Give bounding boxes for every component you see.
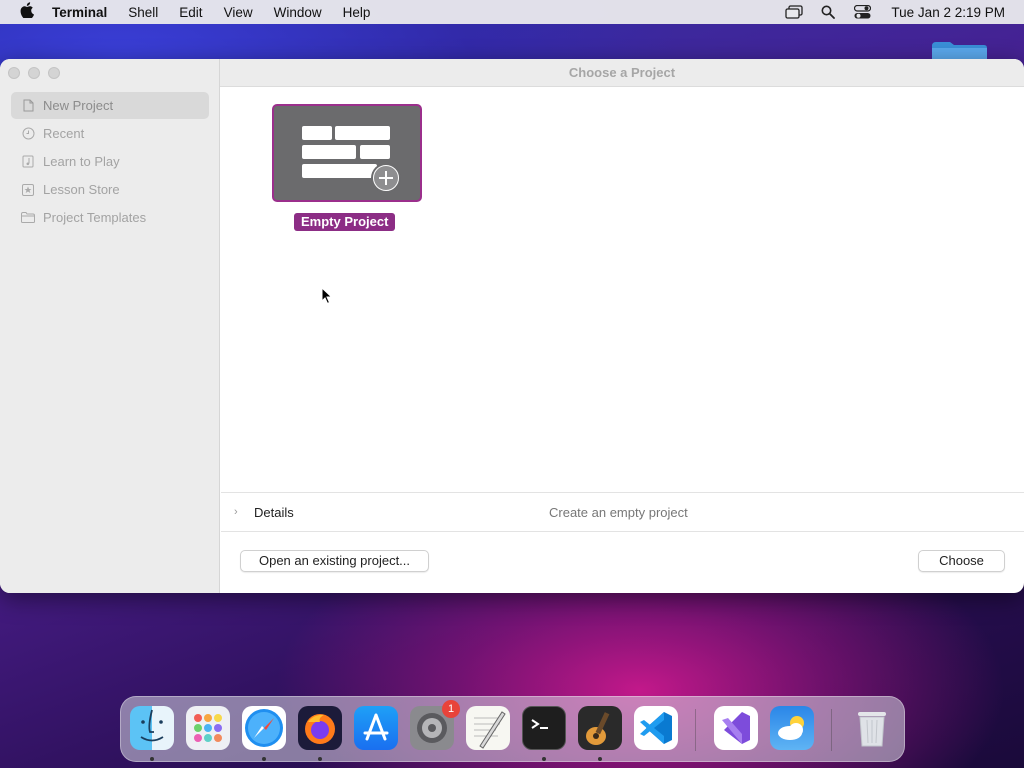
- menu-app-name[interactable]: Terminal: [52, 5, 107, 20]
- running-indicator: [262, 757, 266, 761]
- finder-icon[interactable]: [130, 706, 174, 750]
- sidebar-item-lesson-store[interactable]: Lesson Store: [11, 176, 209, 203]
- dock-separator: [831, 709, 832, 751]
- details-description: Create an empty project: [549, 504, 688, 520]
- project-grid: Empty Project: [221, 88, 1024, 492]
- weather-icon[interactable]: [770, 706, 814, 750]
- music-book-icon: [21, 155, 35, 169]
- menu-view[interactable]: View: [224, 5, 253, 20]
- notification-badge: 1: [442, 700, 460, 718]
- menu-window[interactable]: Window: [274, 5, 322, 20]
- trash-icon[interactable]: [850, 706, 894, 750]
- spotlight-search-icon[interactable]: [819, 5, 837, 19]
- textedit-icon[interactable]: [466, 706, 510, 750]
- open-existing-project-button[interactable]: Open an existing project...: [240, 550, 429, 572]
- close-button[interactable]: [8, 67, 20, 79]
- empty-project-tile[interactable]: [272, 104, 422, 202]
- empty-project-label[interactable]: Empty Project: [294, 213, 396, 231]
- sidebar-item-recent[interactable]: Recent: [11, 120, 209, 147]
- empty-project-graphic-icon: [302, 126, 401, 193]
- menu-edit[interactable]: Edit: [179, 5, 202, 20]
- window-controls: [8, 67, 68, 79]
- clock-icon: [21, 127, 35, 141]
- running-indicator: [542, 757, 546, 761]
- project-chooser-window: New Project Recent Learn to Play Lesson …: [0, 59, 1024, 593]
- menu-bar: Terminal Shell Edit View Window Help Tue…: [0, 0, 1024, 24]
- sidebar-item-label: Lesson Store: [43, 182, 120, 197]
- choose-button[interactable]: Choose: [918, 550, 1005, 572]
- app-store-icon[interactable]: [354, 706, 398, 750]
- visual-studio-icon[interactable]: [714, 706, 758, 750]
- details-bar: › Details Create an empty project: [221, 492, 1024, 532]
- sidebar-item-label: Learn to Play: [43, 154, 120, 169]
- menu-help[interactable]: Help: [343, 5, 371, 20]
- dock-separator: [695, 709, 696, 751]
- folder-icon: [21, 211, 35, 225]
- screen-mirroring-icon[interactable]: [785, 5, 804, 19]
- sidebar-item-label: New Project: [43, 98, 114, 113]
- menu-bar-clock[interactable]: Tue Jan 2 2:19 PM: [891, 5, 1005, 20]
- minimize-button[interactable]: [28, 67, 40, 79]
- launchpad-icon[interactable]: [186, 706, 230, 750]
- details-toggle[interactable]: Details: [254, 505, 294, 520]
- garageband-icon[interactable]: [578, 706, 622, 750]
- sidebar-list: New Project Recent Learn to Play Lesson …: [11, 92, 209, 232]
- system-settings-icon[interactable]: 1: [410, 700, 460, 750]
- vscode-icon[interactable]: [634, 706, 678, 750]
- running-indicator: [150, 757, 154, 761]
- star-icon: [21, 183, 35, 197]
- dock: 1: [120, 696, 905, 762]
- apple-menu-icon[interactable]: [18, 2, 36, 22]
- zoom-button[interactable]: [48, 67, 60, 79]
- document-icon: [21, 99, 35, 113]
- sidebar: New Project Recent Learn to Play Lesson …: [0, 59, 220, 593]
- mouse-cursor-icon: [321, 286, 333, 305]
- control-center-icon[interactable]: [853, 5, 871, 19]
- firefox-icon[interactable]: [298, 706, 342, 750]
- sidebar-item-new-project[interactable]: New Project: [11, 92, 209, 119]
- sidebar-item-learn-to-play[interactable]: Learn to Play: [11, 148, 209, 175]
- sidebar-item-label: Recent: [43, 126, 85, 141]
- safari-icon[interactable]: [242, 706, 286, 750]
- sidebar-item-project-templates[interactable]: Project Templates: [11, 204, 209, 231]
- terminal-icon[interactable]: [522, 706, 566, 750]
- menu-shell[interactable]: Shell: [128, 5, 158, 20]
- desktop-folder-icon[interactable]: [930, 40, 988, 60]
- running-indicator: [318, 757, 322, 761]
- sidebar-item-label: Project Templates: [43, 210, 147, 225]
- running-indicator: [598, 757, 602, 761]
- chevron-right-icon[interactable]: ›: [234, 506, 244, 518]
- window-title: Choose a Project: [220, 59, 1024, 87]
